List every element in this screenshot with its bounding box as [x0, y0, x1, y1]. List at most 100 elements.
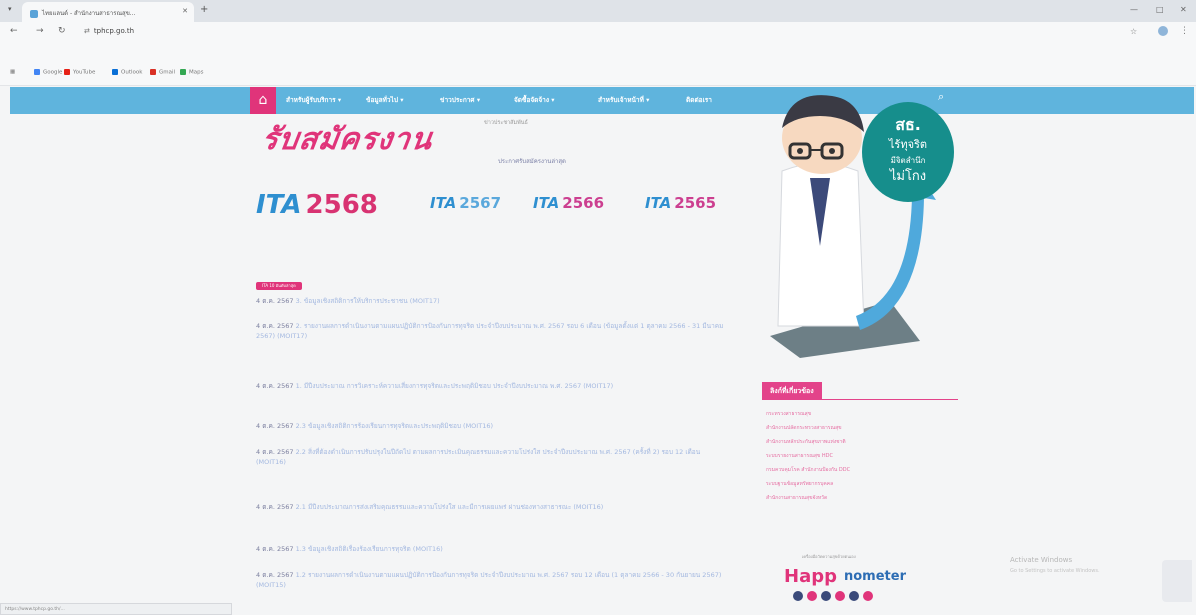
post-date: 4 ต.ค. 2567 — [256, 322, 294, 330]
post-item[interactable]: 4 ต.ค. 2567 1.2 รายงานผลการดำเนินงานตามแ… — [256, 570, 726, 590]
post-item[interactable]: 4 ต.ค. 2567 1. มีปีงบประมาณ การวิเคราะห์… — [256, 381, 726, 391]
related-link[interactable]: สำนักงานปลัดกระทรวงสาธารณสุข — [766, 424, 842, 432]
post-item[interactable]: 4 ต.ค. 2567 1.3 ข้อมูลเชิงสถิติเรื่องร้อ… — [256, 544, 726, 554]
nav-item-news[interactable]: ข่าวประกาศ ▾ — [440, 95, 480, 105]
url-field[interactable]: ⇄ tphcp.go.th — [84, 27, 134, 35]
bookmark-label: Google — [43, 69, 63, 76]
related-link[interactable]: กรมควบคุมโรค สำนักงานป้องกัน DDC — [766, 466, 850, 474]
forward-icon[interactable]: → — [36, 26, 44, 36]
post-item[interactable]: 4 ต.ค. 2567 2.1 มีปีงบประมาณการส่งเสริมค… — [256, 502, 726, 512]
related-link[interactable]: ระบบฐานข้อมูลทรัพยากรบุคคล — [766, 480, 833, 488]
post-date: 4 ต.ค. 2567 — [256, 422, 294, 430]
gmail-icon — [150, 69, 156, 75]
bookmark-maps[interactable]: Maps — [180, 69, 203, 76]
post-link[interactable]: 2.1 มีปีงบประมาณการส่งเสริมคุณธรรมและควา… — [296, 503, 604, 511]
post-date: 4 ต.ค. 2567 — [256, 571, 294, 579]
nav-item-procurement[interactable]: จัดซื้อจัดจ้าง ▾ — [514, 95, 555, 105]
anti-corruption-mascot[interactable]: สธ. ไร้ทุจริต มีจิตสำนึก ไม่โกง — [760, 86, 960, 358]
post-item[interactable]: 4 ต.ค. 2567 2. รายงานผลการดำเนินงานตามแผ… — [256, 321, 726, 341]
back-icon[interactable]: ← — [10, 26, 18, 36]
post-link[interactable]: 3. ข้อมูลเชิงสถิติการให้บริการประชาชน (M… — [296, 297, 440, 305]
nav-item-general[interactable]: ข้อมูลทั่วไป ▾ — [366, 95, 403, 105]
maximize-icon[interactable]: □ — [1156, 5, 1164, 14]
address-bar — [0, 22, 1196, 64]
bookmark-label: Maps — [189, 69, 204, 76]
post-link[interactable]: 1.3 ข้อมูลเชิงสถิติเรื่องร้องเรียนการทุจ… — [296, 545, 443, 553]
post-link[interactable]: 2.3 ข้อมูลเชิงสถิติการร้องเรียนการทุจริต… — [296, 422, 493, 430]
favicon-icon — [30, 9, 38, 18]
url-text: tphcp.go.th — [93, 27, 135, 35]
status-bar-url: https://www.tphcp.go.th/... — [0, 603, 232, 615]
bookmarks-bar: ▦ Google YouTube Outlook Gmail Maps — [0, 64, 1196, 86]
home-icon[interactable]: ⌂ — [250, 87, 276, 114]
post-link[interactable]: 2. รายงานผลการดำเนินงานตามแผนปฏิบัติการป… — [256, 322, 723, 340]
bookmark-youtube[interactable]: YouTube — [64, 69, 95, 76]
bookmark-google[interactable]: Google — [34, 69, 62, 76]
outlook-icon — [112, 69, 118, 75]
ita-logo: ITA — [533, 194, 560, 212]
reload-icon[interactable]: ↻ — [58, 26, 66, 36]
post-date: 4 ต.ค. 2567 — [256, 545, 294, 553]
activate-windows-subtitle: Go to Settings to activate Windows. — [1010, 568, 1100, 574]
post-item[interactable]: 4 ต.ค. 2567 2.3 ข้อมูลเชิงสถิติการร้องเร… — [256, 421, 726, 431]
bubble-line-4: ไม่โกง — [889, 168, 926, 184]
bookmark-outlook[interactable]: Outlook — [112, 69, 142, 76]
nav-item-services[interactable]: สำหรับผู้รับบริการ ▾ — [286, 95, 341, 105]
bookmark-star-icon[interactable]: ☆ — [1130, 27, 1137, 36]
youtube-icon — [64, 69, 70, 75]
profile-avatar[interactable] — [1158, 26, 1168, 36]
related-link[interactable]: สำนักงานหลักประกันสุขภาพแห่งชาติ — [766, 438, 846, 446]
category-badge[interactable]: ITA 10 อันดับล่าสุด — [256, 282, 302, 290]
bookmark-gmail[interactable]: Gmail — [150, 69, 175, 76]
ita-logo: ITA — [256, 190, 302, 220]
related-link[interactable]: ระบบรายงานสาธารณสุข HDC — [766, 452, 833, 460]
nav-item-staff[interactable]: สำหรับเจ้าหน้าที่ ▾ — [598, 95, 649, 105]
related-links-title: ลิงก์ที่เกี่ยวข้อง — [762, 382, 822, 400]
menu-icon[interactable]: ⋮ — [1180, 26, 1189, 36]
bookmark-label: Outlook — [121, 69, 143, 76]
minimize-icon[interactable]: — — [1130, 5, 1138, 14]
post-date: 4 ต.ค. 2567 — [256, 297, 294, 305]
browser-tab[interactable]: ไทยแลนด์ - สำนักงานสาธารณสุข... ✕ — [22, 2, 194, 22]
recaptcha-badge[interactable] — [1162, 560, 1192, 602]
tab-close-icon[interactable]: ✕ — [182, 7, 188, 15]
post-date: 4 ต.ค. 2567 — [256, 448, 294, 456]
post-item[interactable]: 4 ต.ค. 2567 3. ข้อมูลเชิงสถิติการให้บริก… — [256, 296, 726, 306]
related-link[interactable]: สำนักงานสาธารณสุขจังหวัด — [766, 494, 827, 502]
bubble-line-3: มีจิตสำนึก — [891, 156, 926, 165]
ita-2566-link[interactable]: ITA 2566 — [533, 193, 604, 212]
ita-2568-link[interactable]: ITA 2568 — [256, 190, 378, 220]
banner-subtitle: ข่าวประชาสัมพันธ์ — [484, 120, 528, 126]
post-link[interactable]: 1.2 รายงานผลการดำเนินงานตามแผนปฏิบัติการ… — [256, 571, 721, 589]
apps-icon[interactable]: ▦ — [10, 69, 15, 75]
happinometer-word-2: nometer — [844, 569, 907, 584]
site-info-icon[interactable]: ⇄ — [84, 27, 90, 35]
ita-2565-link[interactable]: ITA 2565 — [645, 193, 716, 212]
post-date: 4 ต.ค. 2567 — [256, 382, 294, 390]
maps-icon — [180, 69, 186, 75]
related-links-header: ลิงก์ที่เกี่ยวข้อง — [762, 382, 958, 400]
close-window-icon[interactable]: ✕ — [1180, 5, 1187, 14]
post-date: 4 ต.ค. 2567 — [256, 503, 294, 511]
post-link[interactable]: 2.2 สิ่งที่ต้องดำเนินการปรับปรุงในปีถัดไ… — [256, 448, 700, 466]
ita-year: 2568 — [305, 190, 378, 220]
happinometer-word-1: Happ — [784, 566, 837, 587]
tab-title: ไทยแลนด์ - สำนักงานสาธารณสุข... — [42, 10, 136, 17]
post-item[interactable]: 4 ต.ค. 2567 2.2 สิ่งที่ต้องดำเนินการปรับ… — [256, 447, 726, 467]
google-icon — [34, 69, 40, 75]
banner-link[interactable]: ประกาศรับสมัครงานล่าสุด — [498, 156, 566, 166]
nav-item-contact[interactable]: ติดต่อเรา — [686, 95, 712, 105]
site-navigation: ⌂ สำหรับผู้รับบริการ ▾ ข้อมูลทั่วไป ▾ ข่… — [10, 87, 1194, 114]
happinometer-tagline: เครื่องมือวัดความสุขด้วยตนเอง — [802, 554, 856, 560]
ita-2567-link[interactable]: ITA 2567 — [430, 193, 501, 212]
tab-search-icon[interactable]: ▾ — [8, 5, 12, 13]
ita-year: 2566 — [562, 194, 605, 212]
related-link[interactable]: กระทรวงสาธารณสุข — [766, 410, 811, 418]
activate-windows-title: Activate Windows — [1010, 556, 1073, 564]
ita-year: 2565 — [674, 194, 717, 212]
recruitment-banner[interactable]: รับสมัครงาน — [259, 116, 436, 163]
happinometer-banner[interactable]: เครื่องมือวัดความสุขด้วยตนเอง Happ nomet… — [762, 552, 942, 612]
browser-tab-bar: ▾ ไทยแลนด์ - สำนักงานสาธารณสุข... ✕ + — … — [0, 0, 1196, 22]
post-link[interactable]: 1. มีปีงบประมาณ การวิเคราะห์ความเสี่ยงกา… — [296, 382, 614, 390]
new-tab-button[interactable]: + — [200, 4, 208, 15]
